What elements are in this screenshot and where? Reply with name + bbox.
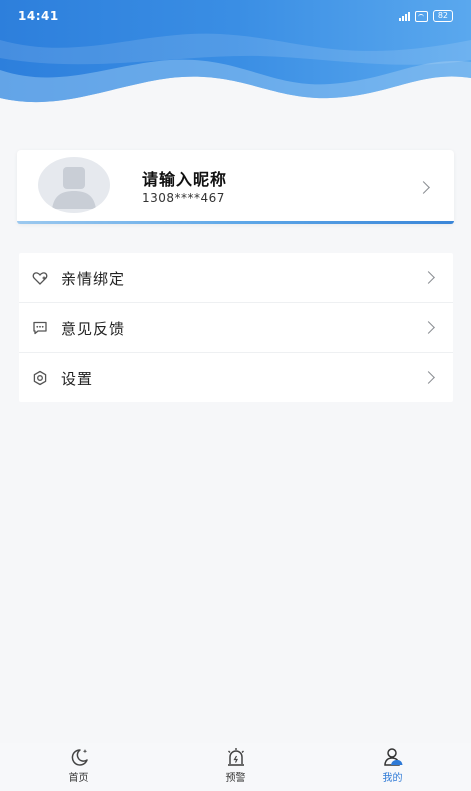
avatar-placeholder-icon xyxy=(52,167,96,209)
heart-link-icon xyxy=(32,272,48,285)
phone-number: 1308****467 xyxy=(142,191,225,205)
status-time: 14:41 xyxy=(18,9,59,23)
tab-home[interactable]: 首页 xyxy=(0,743,157,791)
signal-icon xyxy=(398,11,410,21)
status-icons: 82 xyxy=(398,10,453,22)
settings-hexagon-icon xyxy=(33,370,47,386)
tab-alerts[interactable]: 预警 xyxy=(157,743,314,791)
chevron-right-icon xyxy=(417,181,430,194)
profile-card[interactable]: 请输入昵称 1308****467 xyxy=(17,150,454,224)
tab-label: 首页 xyxy=(68,773,89,784)
chevron-right-icon xyxy=(422,271,435,284)
tab-label: 预警 xyxy=(225,773,246,784)
moon-stars-icon xyxy=(71,749,88,766)
bottom-tab-bar: 首页 预警 我的 xyxy=(0,743,471,791)
alarm-light-icon xyxy=(227,748,244,766)
menu-item-family-binding[interactable]: 亲情绑定 xyxy=(19,253,453,303)
menu-item-settings[interactable]: 设置 xyxy=(19,353,453,402)
tab-mine[interactable]: 我的 xyxy=(314,743,471,791)
chat-bubble-icon xyxy=(33,321,47,335)
menu-item-label: 亲情绑定 xyxy=(61,270,126,288)
user-icon xyxy=(383,748,402,766)
tab-label: 我的 xyxy=(382,773,403,784)
menu-item-feedback[interactable]: 意见反馈 xyxy=(19,303,453,353)
avatar[interactable] xyxy=(38,157,110,213)
menu-list: 亲情绑定 意见反馈 设置 xyxy=(19,253,453,402)
chevron-right-icon xyxy=(422,321,435,334)
chevron-right-icon xyxy=(422,371,435,384)
nickname: 请输入昵称 xyxy=(142,170,228,189)
status-bar: 14:41 82 xyxy=(0,0,471,32)
battery-icon: 82 xyxy=(432,10,453,22)
wifi-icon xyxy=(414,10,428,22)
menu-item-label: 意见反馈 xyxy=(61,320,126,338)
menu-item-label: 设置 xyxy=(61,370,94,388)
